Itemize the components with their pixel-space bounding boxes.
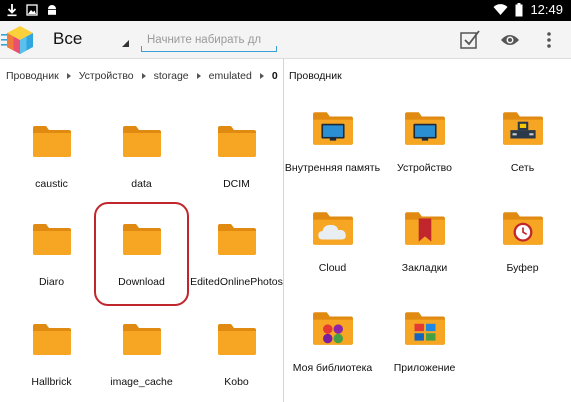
download-icon bbox=[7, 4, 17, 17]
item-label: DCIM bbox=[223, 178, 250, 190]
chevron-right-icon bbox=[196, 73, 201, 79]
android-icon bbox=[48, 5, 56, 15]
selection-highlight bbox=[94, 202, 189, 306]
folder-icon bbox=[32, 124, 72, 163]
item-label: Kobo bbox=[224, 376, 249, 388]
wifi-icon bbox=[493, 3, 508, 15]
view-button[interactable] bbox=[498, 28, 522, 52]
folder-icon bbox=[217, 124, 257, 163]
item-label: Сеть bbox=[510, 162, 535, 174]
overflow-menu-button[interactable] bbox=[537, 28, 561, 52]
item-label: Приложение bbox=[393, 362, 456, 374]
chevron-right-icon bbox=[66, 73, 71, 79]
folder-icon bbox=[122, 322, 162, 361]
item-label: Буфер bbox=[506, 262, 539, 274]
battery-icon bbox=[515, 2, 523, 16]
app-logo-icon[interactable] bbox=[4, 24, 36, 56]
folder-icon bbox=[32, 222, 72, 261]
apps-folder-icon bbox=[404, 308, 446, 353]
right-pane-title: Проводник bbox=[289, 70, 342, 82]
breadcrumb-item-emulated[interactable]: emulated bbox=[209, 70, 252, 82]
library-folder-icon bbox=[312, 308, 354, 353]
breadcrumb-item-device[interactable]: Устройство bbox=[79, 70, 134, 82]
spinner-indicator-icon[interactable] bbox=[122, 40, 129, 47]
breadcrumb-item-storage[interactable]: storage bbox=[154, 70, 189, 82]
status-bar: 12:49 bbox=[0, 0, 571, 21]
select-button[interactable] bbox=[458, 28, 482, 52]
search-box[interactable] bbox=[141, 30, 277, 52]
search-input[interactable] bbox=[141, 30, 277, 50]
chevron-right-icon bbox=[259, 73, 264, 79]
eye-icon bbox=[501, 35, 519, 45]
breadcrumb-item-explorer[interactable]: Проводник bbox=[6, 70, 59, 82]
overflow-menu-icon bbox=[547, 32, 551, 48]
clock-text: 12:49 bbox=[530, 2, 563, 17]
bookmark-folder-icon bbox=[404, 208, 446, 253]
breadcrumb: Проводник Устройство storage emulated 0 bbox=[6, 70, 278, 82]
folder-icon bbox=[122, 124, 162, 163]
folder-icon bbox=[32, 322, 72, 361]
cloud-folder-icon bbox=[312, 208, 354, 253]
clock-folder-icon bbox=[502, 208, 544, 253]
folder-icon bbox=[217, 222, 257, 261]
network-folder-icon bbox=[502, 108, 544, 153]
breadcrumb-item-current[interactable]: 0 bbox=[272, 70, 278, 82]
image-icon bbox=[26, 4, 38, 16]
monitor-folder-icon bbox=[312, 108, 354, 153]
action-bar: Все bbox=[0, 21, 571, 59]
chevron-right-icon bbox=[141, 73, 146, 79]
checkbox-icon bbox=[460, 30, 480, 49]
folder-icon bbox=[217, 322, 257, 361]
item-label: EditedOnlinePhotos bbox=[190, 276, 283, 288]
pane-divider bbox=[283, 59, 284, 402]
folder-title[interactable]: Все bbox=[53, 29, 82, 49]
monitor-folder-icon bbox=[404, 108, 446, 153]
